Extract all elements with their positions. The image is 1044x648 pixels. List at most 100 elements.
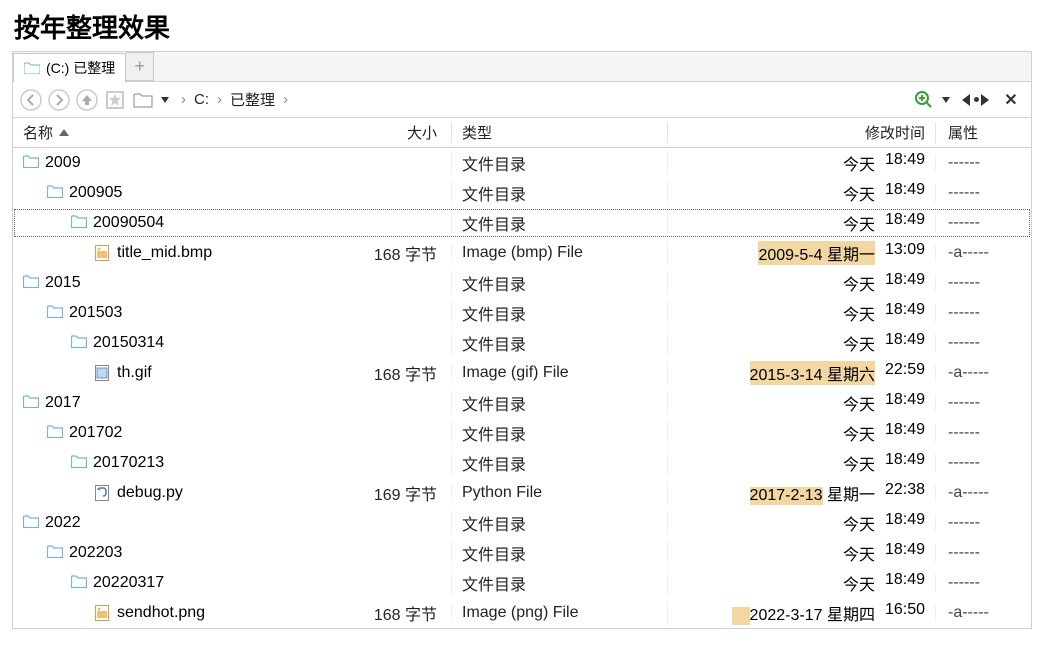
folder-row[interactable]: 20220317文件目录今天18:49------ bbox=[13, 568, 1031, 598]
arrow-right-icon[interactable] bbox=[981, 94, 989, 106]
cell-type: 文件目录 bbox=[451, 211, 667, 235]
cell-name: 20090504 bbox=[13, 214, 337, 232]
cell-attr: ------ bbox=[935, 454, 1025, 472]
cell-type: Image (bmp) File bbox=[451, 244, 667, 262]
file-name: 200905 bbox=[69, 184, 122, 202]
col-name-header[interactable]: 名称 bbox=[13, 122, 337, 143]
folder-row[interactable]: 20090504文件目录今天18:49------ bbox=[13, 208, 1031, 238]
cell-name: 202203 bbox=[13, 544, 337, 562]
date-text: 2022-3-17 星期四 bbox=[732, 601, 875, 625]
cell-attr: ------ bbox=[935, 394, 1025, 412]
cell-date: 今天18:49 bbox=[667, 391, 935, 415]
close-button[interactable]: ✕ bbox=[1001, 90, 1021, 110]
tab-add-button[interactable]: + bbox=[126, 52, 154, 81]
col-name-label: 名称 bbox=[23, 122, 53, 143]
folder-row[interactable]: 20150314文件目录今天18:49------ bbox=[13, 328, 1031, 358]
date-text: 今天 bbox=[843, 331, 875, 355]
file-name: 201702 bbox=[69, 424, 122, 442]
cell-name: title_mid.bmp bbox=[13, 244, 337, 262]
nav-arrows[interactable] bbox=[962, 94, 989, 106]
breadcrumb[interactable]: › C: › 已整理 › bbox=[181, 89, 288, 110]
close-icon: ✕ bbox=[1004, 90, 1017, 110]
folder-icon bbox=[23, 155, 39, 171]
file-name: 201503 bbox=[69, 304, 122, 322]
date-text: 今天 bbox=[843, 271, 875, 295]
nav-back-button[interactable] bbox=[19, 88, 43, 112]
nav-forward-button[interactable] bbox=[47, 88, 71, 112]
cell-attr: ------ bbox=[935, 334, 1025, 352]
cell-date: 今天18:49 bbox=[667, 151, 935, 175]
time-text: 18:49 bbox=[885, 151, 925, 175]
date-text: 今天 bbox=[843, 571, 875, 595]
file-name: 2017 bbox=[45, 394, 81, 412]
cell-date: 今天18:49 bbox=[667, 421, 935, 445]
arrow-left-icon[interactable] bbox=[962, 94, 970, 106]
chevron-down-icon[interactable] bbox=[161, 97, 169, 103]
tab-active[interactable]: (C:) 已整理 bbox=[13, 53, 126, 82]
time-text: 13:09 bbox=[885, 241, 925, 265]
folder-row[interactable]: 2022文件目录今天18:49------ bbox=[13, 508, 1031, 538]
bmp-icon bbox=[95, 245, 111, 261]
col-date-header[interactable]: 修改时间 bbox=[667, 122, 935, 143]
cell-attr: -a----- bbox=[935, 484, 1025, 502]
time-text: 18:49 bbox=[885, 211, 925, 235]
cell-type: 文件目录 bbox=[451, 271, 667, 295]
time-text: 22:38 bbox=[885, 481, 925, 505]
cell-attr: -a----- bbox=[935, 244, 1025, 262]
cell-name: 201702 bbox=[13, 424, 337, 442]
file-row[interactable]: sendhot.png168 字节Image (png) File 2022-3… bbox=[13, 598, 1031, 628]
breadcrumb-drive[interactable]: C: bbox=[194, 91, 209, 108]
cell-size: 168 字节 bbox=[337, 241, 451, 265]
cell-type: 文件目录 bbox=[451, 181, 667, 205]
file-name: 2022 bbox=[45, 514, 81, 532]
file-name: sendhot.png bbox=[117, 604, 205, 622]
cell-name: 2015 bbox=[13, 274, 337, 292]
cell-date: 今天18:49 bbox=[667, 451, 935, 475]
folder-row[interactable]: 201702文件目录今天18:49------ bbox=[13, 418, 1031, 448]
toolbar-right: ✕ bbox=[914, 90, 1025, 110]
cell-date: 今天 18:49 bbox=[667, 271, 935, 295]
file-name: th.gif bbox=[117, 364, 152, 382]
folder-icon bbox=[47, 425, 63, 441]
folder-icon bbox=[23, 275, 39, 291]
file-name: 202203 bbox=[69, 544, 122, 562]
file-row[interactable]: debug.py169 字节Python File2017-2-13 星期一22… bbox=[13, 478, 1031, 508]
date-text: 2015-3-14 星期六 bbox=[750, 361, 875, 385]
cell-name: 20220317 bbox=[13, 574, 337, 592]
folder-row[interactable]: 20170213文件目录今天18:49------ bbox=[13, 448, 1031, 478]
folder-row[interactable]: 2009文件目录今天18:49------ bbox=[13, 148, 1031, 178]
folder-icon bbox=[23, 395, 39, 411]
folder-row[interactable]: 2015文件目录今天18:49------ bbox=[13, 268, 1031, 298]
folder-icon bbox=[71, 335, 87, 351]
cell-size: 168 字节 bbox=[337, 361, 451, 385]
breadcrumb-folder[interactable]: 已整理 bbox=[230, 89, 275, 110]
cell-attr: ------ bbox=[935, 214, 1025, 232]
folder-row[interactable]: 201503文件目录今天18:49------ bbox=[13, 298, 1031, 328]
zoom-add-icon[interactable] bbox=[914, 90, 934, 110]
folder-row[interactable]: 2017文件目录今天18:49------ bbox=[13, 388, 1031, 418]
time-text: 18:49 bbox=[885, 271, 925, 295]
col-size-header[interactable]: 大小 bbox=[337, 122, 451, 143]
cell-attr: ------ bbox=[935, 514, 1025, 532]
date-text: 今天 bbox=[843, 511, 875, 535]
nav-up-button[interactable] bbox=[75, 88, 99, 112]
file-row[interactable]: th.gif168 字节Image (gif) File2015-3-14 星期… bbox=[13, 358, 1031, 388]
dot-icon bbox=[974, 97, 979, 102]
folder-nav-icon[interactable] bbox=[131, 88, 155, 112]
cell-name: 2017 bbox=[13, 394, 337, 412]
page-title: 按年整理效果 bbox=[0, 0, 1044, 51]
col-type-header[interactable]: 类型 bbox=[451, 122, 667, 143]
col-attr-header[interactable]: 属性 bbox=[935, 122, 1025, 143]
chevron-down-icon[interactable] bbox=[942, 97, 950, 103]
sort-asc-icon bbox=[59, 129, 69, 136]
breadcrumb-sep: › bbox=[217, 91, 222, 108]
column-header: 名称 大小 类型 修改时间 属性 bbox=[13, 118, 1031, 148]
cell-name: 201503 bbox=[13, 304, 337, 322]
cell-name: 20150314 bbox=[13, 334, 337, 352]
cell-attr: ------ bbox=[935, 424, 1025, 442]
folder-row[interactable]: 202203文件目录今天18:49------ bbox=[13, 538, 1031, 568]
favorites-button[interactable] bbox=[103, 88, 127, 112]
file-row[interactable]: title_mid.bmp168 字节Image (bmp) File2009-… bbox=[13, 238, 1031, 268]
folder-row[interactable]: 200905文件目录今天18:49------ bbox=[13, 178, 1031, 208]
time-text: 18:49 bbox=[885, 181, 925, 205]
